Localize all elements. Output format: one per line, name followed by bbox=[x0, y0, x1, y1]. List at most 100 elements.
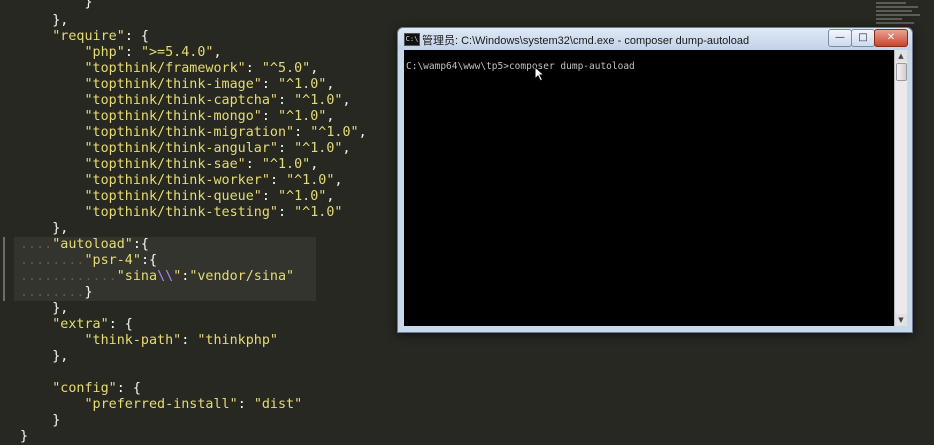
string-token: ">=5.4.0" bbox=[140, 45, 214, 60]
string-token: "topthink/think-angular" bbox=[84, 141, 278, 156]
scroll-thumb[interactable] bbox=[896, 63, 907, 81]
code-line[interactable]: }, bbox=[20, 349, 68, 365]
punctuation-token: : bbox=[124, 45, 141, 60]
minimize-icon: — bbox=[835, 32, 845, 43]
punctuation-token: }, bbox=[52, 13, 69, 28]
modified-line-marker bbox=[3, 253, 5, 269]
code-line[interactable]: } bbox=[20, 413, 60, 429]
code-line[interactable]: "topthink/think-captcha": "^1.0", bbox=[20, 93, 351, 109]
punctuation-token: : { bbox=[124, 29, 149, 44]
close-button[interactable]: ✕ bbox=[874, 29, 908, 47]
code-line[interactable]: "php": ">=5.4.0", bbox=[20, 45, 222, 61]
string-token: "^1.0" bbox=[294, 141, 343, 156]
string-token: "^1.0" bbox=[310, 125, 359, 140]
punctuation-token: , bbox=[334, 173, 343, 188]
punctuation-token: : bbox=[277, 141, 295, 156]
scroll-up-button[interactable]: ▲ bbox=[895, 50, 907, 62]
scroll-down-button[interactable]: ▼ bbox=[895, 314, 907, 326]
code-line[interactable]: "preferred-install": "dist" bbox=[20, 397, 303, 413]
vertical-scrollbar[interactable]: ▲ ▼ bbox=[894, 50, 907, 326]
code-line[interactable]: "extra": { bbox=[20, 317, 133, 333]
string-token: "^1.0" bbox=[278, 109, 327, 124]
string-token: "preferred-install" bbox=[84, 397, 238, 412]
maximize-button[interactable]: □ bbox=[851, 29, 875, 47]
punctuation-token: : bbox=[261, 109, 278, 124]
string-token: "extra" bbox=[52, 317, 109, 332]
string-token: "topthink/think-image" bbox=[84, 77, 262, 92]
whitespace-token: .... bbox=[20, 237, 53, 252]
minimize-button[interactable]: — bbox=[828, 29, 852, 47]
punctuation-token: , bbox=[326, 189, 335, 204]
punctuation-token: : bbox=[237, 397, 254, 412]
code-line[interactable]: }, bbox=[20, 301, 68, 317]
punctuation-token: :{ bbox=[132, 237, 149, 252]
punctuation-token: }, bbox=[52, 301, 69, 316]
punctuation-token: : bbox=[245, 61, 262, 76]
punctuation-token: , bbox=[358, 125, 367, 140]
code-line[interactable]: } bbox=[20, 429, 28, 445]
punctuation-token: \\ bbox=[157, 269, 174, 284]
punctuation-token: , bbox=[310, 157, 319, 172]
string-token: "dist" bbox=[253, 397, 303, 412]
code-line[interactable]: "topthink/think-sae": "^1.0", bbox=[20, 157, 319, 173]
modified-line-marker bbox=[3, 269, 5, 285]
code-line[interactable]: "topthink/think-migration": "^1.0", bbox=[20, 125, 367, 141]
code-line[interactable]: ........"psr-4":{ bbox=[14, 253, 316, 269]
string-token: "topthink/think-queue" bbox=[84, 189, 262, 204]
punctuation-token: : bbox=[277, 93, 295, 108]
punctuation-token: : bbox=[294, 125, 311, 140]
punctuation-token: } bbox=[84, 285, 93, 300]
string-token: "^1.0" bbox=[294, 205, 343, 220]
code-line[interactable]: ...."autoload":{ bbox=[14, 237, 316, 253]
code-line[interactable]: "config": { bbox=[20, 381, 141, 397]
punctuation-token: , bbox=[213, 45, 222, 60]
cmd-window[interactable]: C:\ 管理员: C:\Windows\system32\cmd.exe - c… bbox=[397, 27, 913, 333]
string-token: "think-path" bbox=[84, 333, 182, 348]
code-line[interactable]: "require": { bbox=[20, 29, 149, 45]
cmd-titlebar[interactable]: C:\ 管理员: C:\Windows\system32\cmd.exe - c… bbox=[398, 28, 912, 50]
string-token: "topthink/think-sae" bbox=[84, 157, 246, 172]
punctuation-token: : bbox=[277, 205, 295, 220]
code-line[interactable]: "topthink/think-queue": "^1.0", bbox=[20, 189, 335, 205]
string-token: "topthink/think-testing" bbox=[84, 205, 278, 220]
code-line[interactable]: "topthink/think-angular": "^1.0", bbox=[20, 141, 351, 157]
string-token: "^1.0" bbox=[286, 173, 335, 188]
code-line[interactable]: "think-path": "thinkphp" bbox=[20, 333, 279, 349]
punctuation-token: , bbox=[326, 109, 335, 124]
code-line[interactable]: }, bbox=[20, 221, 68, 237]
code-line[interactable]: "topthink/think-image": "^1.0", bbox=[20, 77, 335, 93]
code-line[interactable]: "topthink/framework": "^5.0", bbox=[20, 61, 319, 77]
whitespace-token: ........ bbox=[20, 285, 85, 300]
code-line[interactable]: }, bbox=[20, 13, 68, 29]
modified-line-marker bbox=[3, 237, 5, 253]
punctuation-token: : bbox=[269, 173, 287, 188]
console-output-area[interactable]: C:\wamp64\www\tp5>composer dump-autoload bbox=[404, 50, 894, 326]
cmd-icon: C:\ bbox=[404, 33, 420, 46]
punctuation-token: : bbox=[245, 157, 262, 172]
code-line[interactable]: "topthink/think-mongo": "^1.0", bbox=[20, 109, 335, 125]
punctuation-token: :{ bbox=[140, 253, 158, 268]
whitespace-token: ............ bbox=[20, 269, 117, 284]
code-line[interactable]: ............"sina\\":"vendor/sina" bbox=[14, 269, 316, 285]
string-token: "sina bbox=[116, 269, 158, 284]
string-token: "topthink/think-migration" bbox=[84, 125, 295, 140]
code-line[interactable]: "topthink/think-worker": "^1.0", bbox=[20, 173, 343, 189]
code-line[interactable]: ........} bbox=[14, 285, 316, 301]
code-line[interactable]: } bbox=[20, 0, 93, 11]
punctuation-token: : bbox=[261, 77, 278, 92]
string-token: "require" bbox=[52, 29, 125, 44]
code-line[interactable]: "topthink/think-testing": "^1.0" bbox=[20, 205, 343, 221]
string-token: "php" bbox=[84, 45, 125, 60]
